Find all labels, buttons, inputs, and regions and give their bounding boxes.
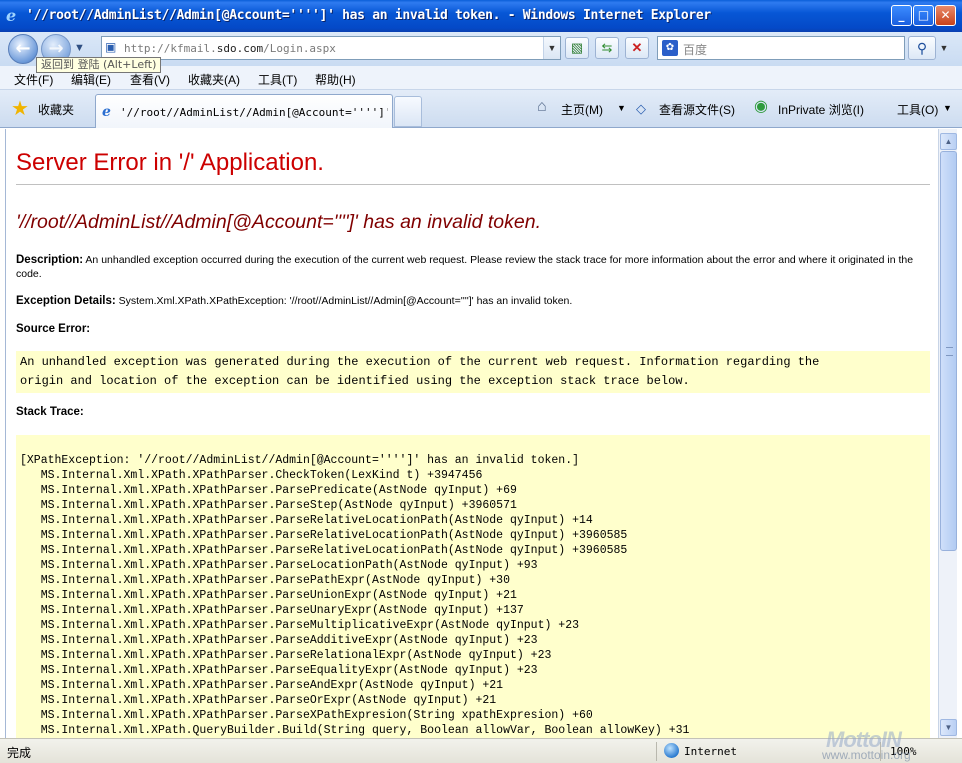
menu-file[interactable]: 文件(F) xyxy=(14,71,53,88)
search-icon[interactable]: ⚲ xyxy=(908,36,936,60)
stack-trace-line: MS.Internal.Xml.XPath.XPathParser.ParseX… xyxy=(20,709,593,722)
ie-logo-icon: e xyxy=(6,6,17,25)
stack-trace-line: MS.Internal.Xml.XPath.XPathParser.ParseL… xyxy=(20,559,538,572)
home-dropdown-icon[interactable]: ▼ xyxy=(617,103,626,113)
description-text: An unhandled exception occurred during t… xyxy=(16,254,914,280)
menu-view[interactable]: 查看(V) xyxy=(130,71,170,88)
back-button-tooltip: 返回到 登陆 (Alt+Left) xyxy=(36,57,162,73)
menu-favorites[interactable]: 收藏夹(A) xyxy=(188,71,240,88)
stack-trace-line: MS.Internal.Xml.XPath.XPathParser.ParseE… xyxy=(20,664,538,677)
history-dropdown-icon[interactable]: ▼ xyxy=(74,42,85,54)
tab-bar: ★ 收藏夹 e '//root//AdminList//Admin[@Accou… xyxy=(0,90,962,128)
exception-label: Exception Details: xyxy=(16,295,116,307)
address-bar[interactable]: ▣ http://kfmail.sdo.com/Login.aspx ▼ xyxy=(101,36,561,60)
status-divider xyxy=(656,742,657,761)
search-input[interactable]: ✿ 百度 xyxy=(657,36,905,60)
inprivate-icon[interactable]: ◉ xyxy=(754,98,768,116)
stack-trace-line: MS.Internal.Xml.XPath.XPathParser.ParseS… xyxy=(20,499,517,512)
tools-dropdown-icon[interactable]: ▼ xyxy=(943,103,952,113)
stack-trace-line: MS.Internal.Xml.XPath.QueryBuilder.Build… xyxy=(20,724,690,737)
vertical-scrollbar[interactable]: ▲ ▼ xyxy=(938,129,957,738)
address-dropdown-icon[interactable]: ▼ xyxy=(543,37,560,59)
tab-title: '//root//AdminList//Admin[@Account='''']… xyxy=(120,106,388,119)
address-url[interactable]: http://kfmail.sdo.com/Login.aspx xyxy=(124,42,336,55)
window-title: '//root//AdminList//Admin[@Account='''']… xyxy=(26,8,711,23)
exception-text: System.Xml.XPath.XPathException: '//root… xyxy=(115,295,573,307)
minimize-button[interactable]: _ xyxy=(891,5,912,26)
stop-icon[interactable]: ✕ xyxy=(625,37,649,59)
stack-trace-line: MS.Internal.Xml.XPath.XPathParser.ParseU… xyxy=(20,589,517,602)
home-button[interactable]: 主页(M) xyxy=(561,101,603,118)
menu-tools[interactable]: 工具(T) xyxy=(258,71,297,88)
source-error-box: An unhandled exception was generated dur… xyxy=(16,351,930,393)
search-placeholder: 百度 xyxy=(683,43,708,57)
source-error-label: Source Error: xyxy=(16,323,91,335)
scroll-thumb[interactable] xyxy=(940,151,957,551)
tools-button[interactable]: 工具(O) xyxy=(897,101,938,118)
baidu-icon: ✿ xyxy=(662,40,678,56)
page-content: Server Error in '/' Application. '//root… xyxy=(5,129,938,738)
description-label: Description: xyxy=(16,254,84,266)
status-text: 完成 xyxy=(7,746,32,760)
maximize-button[interactable]: □ xyxy=(913,5,934,26)
security-zone-label[interactable]: Internet xyxy=(684,745,737,758)
status-bar: 完成 Internet 100% xyxy=(0,738,962,763)
stack-trace-line: MS.Internal.Xml.XPath.XPathParser.ParseO… xyxy=(20,694,497,707)
new-tab-button[interactable] xyxy=(394,96,422,127)
stack-trace-line: MS.Internal.Xml.XPath.XPathParser.ParseA… xyxy=(20,634,538,647)
stack-trace-line: [XPathException: '//root//AdminList//Adm… xyxy=(20,454,579,467)
home-icon[interactable]: ⌂ xyxy=(537,98,547,116)
stack-trace-line: MS.Internal.Xml.XPath.XPathParser.ParseA… xyxy=(20,679,504,692)
menu-edit[interactable]: 编辑(E) xyxy=(71,71,111,88)
search-options-dropdown-icon[interactable]: ▼ xyxy=(936,36,952,60)
stack-trace-line: MS.Internal.Xml.XPath.XPathParser.CheckT… xyxy=(20,469,483,482)
menu-help[interactable]: 帮助(H) xyxy=(315,71,356,88)
tab-active[interactable]: e '//root//AdminList//Admin[@Account='''… xyxy=(95,94,393,128)
heading-divider xyxy=(16,184,930,185)
compatibility-view-icon[interactable]: ▧ xyxy=(565,37,589,59)
view-source-button[interactable]: 查看源文件(S) xyxy=(659,101,735,118)
scroll-up-icon[interactable]: ▲ xyxy=(940,133,957,150)
stack-trace-label: Stack Trace: xyxy=(16,406,84,418)
stack-trace-line: MS.Internal.Xml.XPath.XPathParser.ParseR… xyxy=(20,529,628,542)
error-title: '//root//AdminList//Admin[@Account='''']… xyxy=(16,211,542,233)
stack-trace-line: MS.Internal.Xml.XPath.XPathParser.ParseM… xyxy=(20,619,579,632)
scroll-down-icon[interactable]: ▼ xyxy=(940,719,957,736)
description-paragraph: Description: An unhandled exception occu… xyxy=(16,253,916,281)
inprivate-button[interactable]: InPrivate 浏览(I) xyxy=(778,101,864,118)
ie-page-icon: e xyxy=(102,104,111,120)
source-error-line: An unhandled exception was generated dur… xyxy=(20,355,820,369)
stack-trace-line: MS.Internal.Xml.XPath.XPathParser.ParseR… xyxy=(20,544,628,557)
refresh-icon[interactable]: ⇆ xyxy=(595,37,619,59)
internet-zone-icon xyxy=(664,743,679,758)
stack-trace-line: MS.Internal.Xml.XPath.XPathParser.ParseP… xyxy=(20,484,517,497)
source-error-line: origin and location of the exception can… xyxy=(20,374,690,388)
watermark-url: www.mottoin.org xyxy=(822,748,911,762)
exception-details-paragraph: Exception Details: System.Xml.XPath.XPat… xyxy=(16,294,916,308)
view-source-icon[interactable]: ◇ xyxy=(636,100,646,118)
title-bar: e '//root//AdminList//Admin[@Account='''… xyxy=(0,0,962,32)
favorites-button[interactable]: 收藏夹 xyxy=(38,101,74,118)
favorites-star-icon[interactable]: ★ xyxy=(11,99,29,119)
stack-trace-line: MS.Internal.Xml.XPath.XPathParser.ParseR… xyxy=(20,649,552,662)
close-button[interactable]: ✕ xyxy=(935,5,956,26)
back-button[interactable]: ← xyxy=(8,34,38,64)
stack-trace-box: [XPathException: '//root//AdminList//Adm… xyxy=(16,435,930,738)
stack-trace-line: MS.Internal.Xml.XPath.XPathParser.ParseP… xyxy=(20,574,510,587)
page-icon: ▣ xyxy=(105,40,117,54)
stack-trace-line: MS.Internal.Xml.XPath.XPathParser.ParseU… xyxy=(20,604,524,617)
page-heading: Server Error in '/' Application. xyxy=(16,149,324,176)
stack-trace-line: MS.Internal.Xml.XPath.XPathParser.ParseR… xyxy=(20,514,593,527)
scroll-grip-icon xyxy=(946,347,953,356)
